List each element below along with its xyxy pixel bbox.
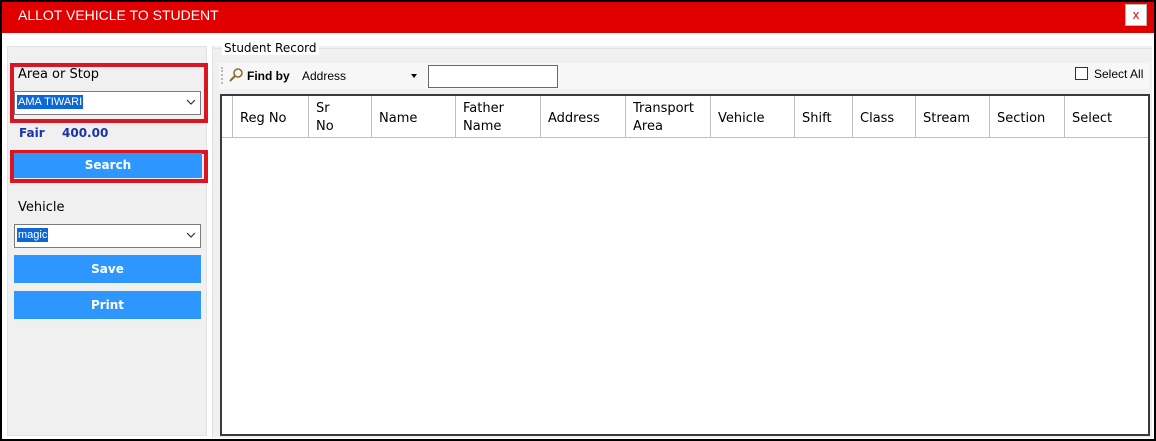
- row-header-cell: [222, 96, 233, 138]
- column-label-line2: Name: [463, 119, 502, 134]
- area-select[interactable]: AMA TIWARI: [14, 91, 201, 115]
- column-header-father-name[interactable]: Father Name: [456, 96, 541, 138]
- fair-label: Fair: [19, 126, 45, 140]
- column-label: Reg No: [240, 111, 287, 126]
- save-button[interactable]: Save: [14, 255, 201, 283]
- fair-value: 400.00: [62, 126, 109, 140]
- column-label: Name: [379, 111, 418, 126]
- select-all-label: Select All: [1094, 67, 1144, 81]
- student-grid[interactable]: Reg No Sr No Name Father Name Address Tr…: [220, 94, 1150, 436]
- student-record-label: Student Record: [222, 41, 319, 55]
- column-header-address[interactable]: Address: [541, 96, 626, 138]
- search-button[interactable]: Search: [14, 153, 202, 178]
- title-bar: ALLOT VEHICLE TO STUDENT: [2, 2, 1154, 33]
- column-header-class[interactable]: Class: [853, 96, 916, 138]
- column-header-name[interactable]: Name: [372, 96, 456, 138]
- chevron-down-icon: [186, 232, 196, 238]
- vehicle-label: Vehicle: [18, 200, 65, 215]
- vehicle-select[interactable]: magic: [14, 224, 201, 248]
- group-border: [214, 48, 1152, 49]
- window-title: ALLOT VEHICLE TO STUDENT: [18, 7, 219, 23]
- close-button[interactable]: x: [1125, 4, 1147, 26]
- find-by-value: Address: [302, 69, 347, 83]
- column-header-reg-no[interactable]: Reg No: [233, 96, 309, 138]
- column-header-select[interactable]: Select: [1065, 96, 1148, 138]
- column-header-section[interactable]: Section: [990, 96, 1065, 138]
- area-select-value: AMA TIWARI: [17, 95, 84, 109]
- find-by-label: Find by: [247, 69, 290, 83]
- vehicle-select-value: magic: [17, 228, 49, 242]
- column-header-shift[interactable]: Shift: [795, 96, 853, 138]
- column-label: Address: [548, 111, 600, 126]
- column-label: Stream: [923, 111, 971, 126]
- column-header-vehicle[interactable]: Vehicle: [711, 96, 795, 138]
- dropdown-arrow-icon: [411, 74, 417, 78]
- grid-header: Reg No Sr No Name Father Name Address Tr…: [222, 96, 1148, 138]
- column-label: Transport: [633, 101, 695, 116]
- column-label: Father: [463, 101, 504, 116]
- find-input[interactable]: [428, 65, 558, 88]
- find-by-select[interactable]: Address: [298, 66, 421, 86]
- toolbar-grip: [221, 67, 223, 84]
- column-label: Shift: [802, 111, 832, 126]
- column-label: Section: [997, 111, 1046, 126]
- column-label: Class: [860, 111, 895, 126]
- column-label-line2: No: [316, 119, 334, 134]
- column-label-line2: Area: [633, 119, 663, 134]
- column-label: Sr: [316, 101, 330, 116]
- column-label: Select: [1072, 111, 1113, 126]
- magnifier-icon: [229, 68, 243, 82]
- column-header-sr-no[interactable]: Sr No: [309, 96, 372, 138]
- area-label: Area or Stop: [18, 67, 100, 82]
- print-button[interactable]: Print: [14, 291, 201, 319]
- column-header-transport-area[interactable]: Transport Area: [626, 96, 711, 138]
- column-header-stream[interactable]: Stream: [916, 96, 990, 138]
- chevron-down-icon: [186, 99, 196, 105]
- column-label: Vehicle: [718, 111, 765, 126]
- select-all-checkbox[interactable]: [1075, 67, 1088, 80]
